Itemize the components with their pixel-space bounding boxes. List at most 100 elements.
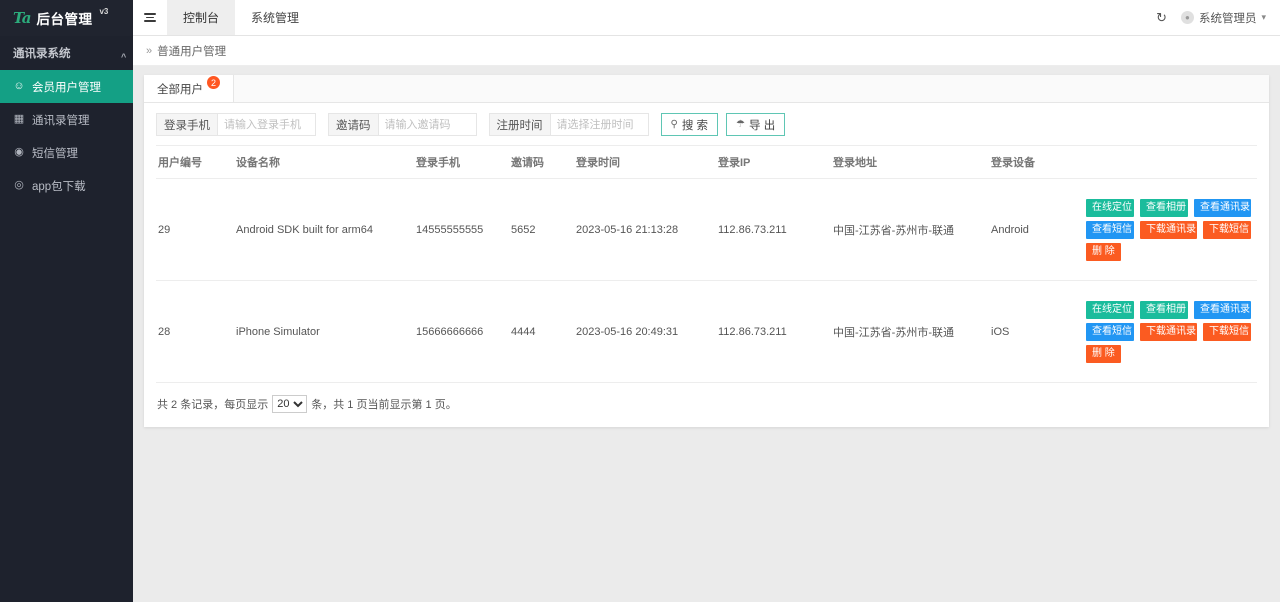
tab-all-users[interactable]: 全部用户 2 [144,75,234,102]
online-locate-button[interactable]: 在线定位 [1086,301,1134,319]
cell-device-name: Android SDK built for arm64 [236,179,416,281]
th-device-name: 设备名称 [236,146,416,179]
tab-system-management-label: 系统管理 [251,9,299,26]
sidebar-group-title[interactable]: 通讯录系统 ^ [0,36,133,70]
cell-actions: 在线定位 查看相册 查看通讯录 查看短信 下载通讯录 下载短信 删 除 [1086,281,1257,383]
sidebar-item-label: 会员用户管理 [32,79,101,95]
hamburger-icon[interactable] [133,0,167,35]
th-login-ip: 登录IP [718,146,833,179]
search-button-label: 搜 索 [682,117,708,133]
cell-login-phone: 14555555555 [416,179,511,281]
tab-system-management[interactable]: 系统管理 [235,0,315,35]
sidebar: Ta 后台管理 v3 通讯录系统 ^ ☺ 会员用户管理 ▦ 通讯录管理 ◉ 短信… [0,0,133,602]
th-invite-code: 邀请码 [511,146,576,179]
delete-button[interactable]: 删 除 [1086,345,1121,363]
cell-login-ip: 112.86.73.211 [718,179,833,281]
pagination: 共 2 条记录，每页显示 20 条，共 1 页当前显示第 1 页。 [144,383,1269,427]
table-row[interactable]: 29 Android SDK built for arm64 145555555… [156,179,1257,281]
invite-code-input[interactable] [378,113,477,136]
sidebar-item-member-user-management[interactable]: ☺ 会员用户管理 [0,70,133,103]
refresh-icon[interactable]: ↻ [1156,11,1167,24]
topbar: 控制台 系统管理 ↻ ● 系统管理员 ▾ [133,0,1280,36]
cell-user-id: 29 [156,179,236,281]
download-contacts-button[interactable]: 下载通讯录 [1140,221,1197,239]
sidebar-group-label: 通讯录系统 [13,45,71,61]
view-sms-button[interactable]: 查看短信 [1086,221,1134,239]
export-icon: ☂ [736,119,745,130]
cell-login-time: 2023-05-16 20:49:31 [576,281,718,383]
view-contacts-button[interactable]: 查看通讯录 [1194,199,1251,217]
app-root: Ta 后台管理 v3 通讯录系统 ^ ☺ 会员用户管理 ▦ 通讯录管理 ◉ 短信… [0,0,1280,602]
view-contacts-button[interactable]: 查看通讯录 [1194,301,1251,319]
user-icon: ☺ [13,81,25,93]
th-login-address: 登录地址 [833,146,991,179]
table-wrapper: 用户编号 设备名称 登录手机 邀请码 登录时间 登录IP 登录地址 登录设备 [144,145,1269,383]
field-register-time: 注册时间 [489,113,649,136]
view-album-button[interactable]: 查看相册 [1140,301,1188,319]
cell-login-ip: 112.86.73.211 [718,281,833,383]
tab-console[interactable]: 控制台 [167,0,235,35]
download-contacts-button[interactable]: 下载通讯录 [1140,323,1197,341]
topbar-right: ↻ ● 系统管理员 ▾ [1156,0,1280,35]
tab-all-users-label: 全部用户 [157,81,203,97]
brand-mark-icon: Ta [13,9,30,27]
tabstrip-filler [234,75,1269,102]
user-menu[interactable]: ● 系统管理员 ▾ [1181,10,1266,26]
invite-code-label: 邀请码 [328,113,378,136]
search-button[interactable]: ⚲ 搜 索 [661,113,719,136]
cell-login-phone: 15666666666 [416,281,511,383]
status-badge: 2 [207,76,220,89]
table-row[interactable]: 28 iPhone Simulator 15666666666 4444 202… [156,281,1257,383]
download-sms-button[interactable]: 下载短信 [1203,323,1251,341]
main-area: 控制台 系统管理 ↻ ● 系统管理员 ▾ » 普通用户管理 [133,0,1280,602]
avatar: ● [1181,11,1194,24]
sidebar-item-contacts-management[interactable]: ▦ 通讯录管理 [0,103,133,136]
content-region: 全部用户 2 登录手机 邀请码 注册时间 [133,66,1280,602]
user-name: 系统管理员 [1199,10,1257,26]
sidebar-item-label: app包下载 [32,178,86,194]
th-actions [1086,146,1257,179]
download-icon: ◎ [13,180,25,192]
cell-login-device: iOS [991,281,1086,383]
th-login-time: 登录时间 [576,146,718,179]
cell-login-address: 中国-江苏省-苏州市-联通 [833,179,991,281]
register-time-input[interactable] [550,113,649,136]
users-card: 全部用户 2 登录手机 邀请码 注册时间 [144,75,1269,427]
search-icon: ⚲ [671,119,678,130]
sidebar-item-sms-management[interactable]: ◉ 短信管理 [0,136,133,169]
panel-tabstrip: 全部用户 2 [144,75,1269,103]
brand-title: 后台管理 [36,8,92,28]
download-sms-button[interactable]: 下载短信 [1203,221,1251,239]
cell-user-id: 28 [156,281,236,383]
delete-button[interactable]: 删 除 [1086,243,1121,261]
breadcrumb: » 普通用户管理 [133,36,1280,66]
th-login-device: 登录设备 [991,146,1086,179]
export-button[interactable]: ☂ 导 出 [726,113,785,136]
action-button-group: 在线定位 查看相册 查看通讯录 查看短信 下载通讯录 下载短信 删 除 [1086,295,1256,369]
chevron-down-icon: ▾ [1261,12,1266,23]
view-album-button[interactable]: 查看相册 [1140,199,1188,217]
cell-login-address: 中国-江苏省-苏州市-联通 [833,281,991,383]
view-sms-button[interactable]: 查看短信 [1086,323,1134,341]
login-phone-input[interactable] [217,113,316,136]
message-icon: ◉ [13,147,25,159]
cell-invite-code: 5652 [511,179,576,281]
online-locate-button[interactable]: 在线定位 [1086,199,1134,217]
brand-logo[interactable]: Ta 后台管理 v3 [0,0,133,36]
cell-login-device: Android [991,179,1086,281]
page-size-select[interactable]: 20 [272,395,307,413]
table-header-row: 用户编号 设备名称 登录手机 邀请码 登录时间 登录IP 登录地址 登录设备 [156,146,1257,179]
sidebar-item-app-download[interactable]: ◎ app包下载 [0,169,133,202]
register-time-label: 注册时间 [489,113,550,136]
login-phone-label: 登录手机 [156,113,217,136]
field-login-phone: 登录手机 [156,113,316,136]
cell-invite-code: 4444 [511,281,576,383]
breadcrumb-current: 普通用户管理 [157,43,226,59]
table-head: 用户编号 设备名称 登录手机 邀请码 登录时间 登录IP 登录地址 登录设备 [156,146,1257,179]
pagination-prefix: 共 2 条记录，每页显示 [157,396,268,412]
export-button-label: 导 出 [749,117,775,133]
table-body: 29 Android SDK built for arm64 145555555… [156,179,1257,383]
cell-actions: 在线定位 查看相册 查看通讯录 查看短信 下载通讯录 下载短信 删 除 [1086,179,1257,281]
cell-device-name: iPhone Simulator [236,281,416,383]
th-user-id: 用户编号 [156,146,236,179]
